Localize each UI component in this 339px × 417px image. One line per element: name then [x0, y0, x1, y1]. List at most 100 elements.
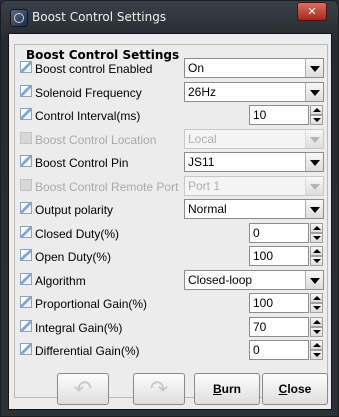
edit-icon [20, 296, 32, 308]
edit-icon [20, 178, 32, 191]
spinner-input[interactable]: 100 [249, 293, 309, 313]
undo-icon: ↶ [73, 376, 93, 401]
dropdown-value: JS11 [188, 155, 215, 169]
chevron-down-icon[interactable] [305, 59, 323, 77]
setting-row: Boost Control Remote Port Port 1 [9, 175, 339, 197]
setting-row: Differential Gain(%) 0 [9, 339, 339, 361]
redo-icon: ↷ [149, 376, 169, 401]
close-icon: ✕ [307, 5, 317, 18]
window-title: Boost Control Settings [32, 10, 167, 24]
close-window-button[interactable]: ✕ [297, 2, 327, 21]
increment-icon[interactable] [310, 222, 323, 233]
dropdown-value: Closed-loop [188, 272, 253, 287]
increment-icon[interactable] [310, 105, 323, 115]
setting-label: Differential Gain(%) [35, 344, 140, 358]
spinner-input[interactable]: 70 [249, 316, 309, 337]
increment-icon[interactable] [310, 316, 323, 327]
edit-icon [20, 343, 32, 355]
edit-icon [20, 108, 32, 120]
setting-label: Closed Duty(%) [35, 226, 120, 241]
setting-dropdown: Local [184, 128, 324, 149]
setting-label: Integral Gain(%) [35, 320, 123, 335]
edit-icon [20, 61, 32, 73]
setting-row: Output polarity Normal [9, 198, 339, 220]
edit-icon [20, 84, 32, 97]
dropdown-value: Local [188, 131, 217, 146]
decrement-icon[interactable] [310, 350, 323, 360]
setting-row: Integral Gain(%) 70 [9, 316, 339, 338]
close-label: lose [287, 382, 312, 396]
setting-spinner: 10 [249, 105, 324, 125]
setting-dropdown[interactable]: 26Hz [184, 81, 324, 102]
undo-button[interactable]: ↶ [57, 373, 109, 405]
edit-icon [20, 155, 32, 167]
spinner-input[interactable]: 0 [249, 222, 309, 243]
decrement-icon[interactable] [310, 326, 323, 337]
close-button[interactable]: Close [262, 373, 328, 405]
dialog-body: Boost Control Settings Boost control Ena… [8, 33, 332, 410]
setting-label: Solenoid Frequency [35, 85, 142, 100]
decrement-icon[interactable] [310, 256, 323, 266]
setting-spinner: 0 [249, 340, 324, 360]
title-bar[interactable]: Boost Control Settings ✕ [1, 1, 338, 34]
setting-row: Open Duty(%) 100 [9, 245, 339, 267]
setting-label: Boost Control Location [35, 132, 157, 147]
chevron-down-icon[interactable] [305, 153, 323, 171]
edit-icon [20, 202, 32, 214]
setting-row: Boost Control Location Local [9, 128, 339, 150]
edit-icon [20, 272, 32, 285]
setting-dropdown[interactable]: On [184, 58, 324, 78]
dropdown-value: 26Hz [188, 84, 217, 99]
edit-icon [20, 319, 32, 332]
edit-icon [20, 131, 32, 144]
setting-spinner: 70 [249, 316, 324, 337]
setting-label: Open Duty(%) [35, 250, 112, 264]
spinner-input[interactable]: 100 [249, 246, 309, 266]
settings-window: Boost Control Settings ✕ Boost Control S… [0, 0, 339, 417]
setting-label: Boost control Enabled [35, 62, 153, 76]
burn-label-mnemonic: B [212, 382, 222, 396]
setting-label: Proportional Gain(%) [35, 297, 148, 311]
decrement-icon[interactable] [310, 115, 323, 125]
setting-row: Solenoid Frequency 26Hz [9, 81, 339, 103]
setting-spinner: 100 [249, 246, 324, 266]
dropdown-value: Port 1 [188, 178, 221, 193]
setting-spinner: 100 [249, 293, 324, 313]
setting-row: Algorithm Closed-loop [9, 269, 339, 291]
redo-button[interactable]: ↷ [133, 373, 185, 405]
setting-label: Algorithm [35, 273, 86, 288]
chevron-down-icon [305, 176, 323, 195]
setting-label: Boost Control Remote Port [35, 179, 179, 194]
chevron-down-icon[interactable] [305, 200, 323, 218]
chevron-down-icon [305, 129, 323, 148]
chevron-down-icon[interactable] [305, 82, 323, 101]
setting-row: Proportional Gain(%) 100 [9, 292, 339, 314]
decrement-icon[interactable] [310, 232, 323, 243]
setting-label: Output polarity [35, 203, 114, 217]
setting-dropdown: Port 1 [184, 175, 324, 196]
setting-row: Control Interval(ms) 10 [9, 104, 339, 126]
setting-row: Boost Control Pin JS11 [9, 151, 339, 173]
spinner-input[interactable]: 10 [249, 105, 309, 125]
setting-label: Control Interval(ms) [35, 109, 141, 123]
dropdown-value: Normal [188, 202, 227, 216]
setting-row: Closed Duty(%) 0 [9, 222, 339, 244]
decrement-icon[interactable] [310, 303, 323, 313]
setting-row: Boost control Enabled On [9, 57, 339, 79]
spinner-input[interactable]: 0 [249, 340, 309, 360]
edit-icon [20, 225, 32, 238]
dropdown-value: On [188, 61, 205, 75]
setting-dropdown[interactable]: Normal [184, 199, 324, 219]
setting-dropdown[interactable]: JS11 [184, 152, 324, 172]
setting-label: Boost Control Pin [35, 156, 129, 170]
edit-icon [20, 249, 32, 261]
increment-icon[interactable] [310, 340, 323, 350]
setting-dropdown[interactable]: Closed-loop [184, 269, 324, 290]
increment-icon[interactable] [310, 293, 323, 303]
chevron-down-icon[interactable] [305, 270, 323, 289]
app-icon [10, 9, 28, 27]
burn-button[interactable]: Burn [194, 373, 260, 405]
setting-spinner: 0 [249, 222, 324, 243]
burn-label: urn [221, 382, 241, 396]
increment-icon[interactable] [310, 246, 323, 256]
